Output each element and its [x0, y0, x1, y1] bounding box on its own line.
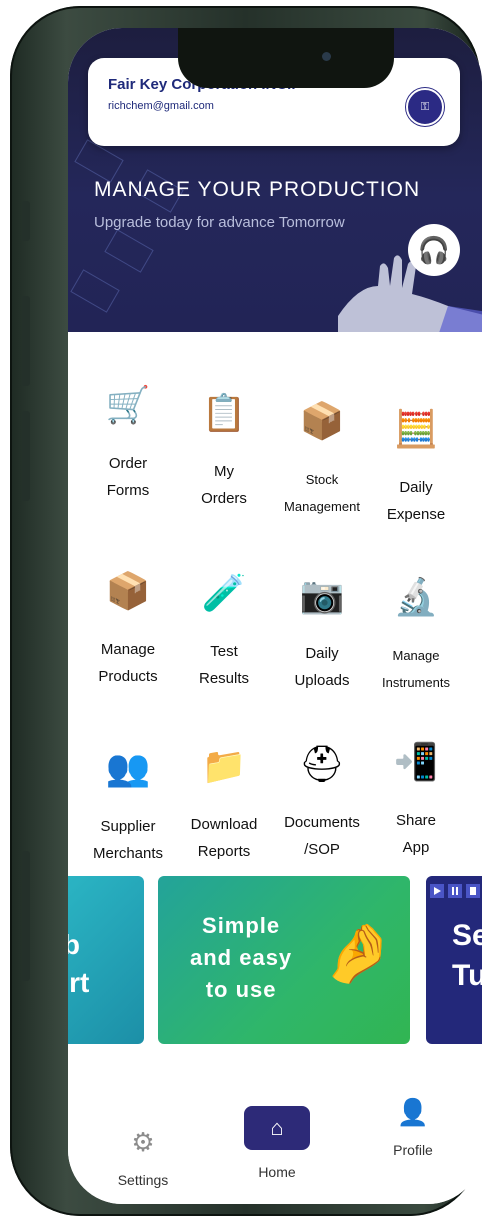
camera-dot [322, 52, 331, 61]
menu-item-label: My Orders [201, 463, 247, 507]
menu-item-supplier-merchants[interactable]: 👥 Supplier Merchants [78, 743, 178, 893]
camera-icon: 📷 [299, 574, 345, 615]
test-tubes-icon: 🧪 [201, 572, 247, 613]
banner-title: MANAGE YOUR PRODUCTION [94, 178, 421, 201]
hand-gesture-icon: 🤌 [322, 921, 395, 986]
menu-item-label: Download Reports [190, 816, 258, 860]
volume-down-button [22, 411, 30, 501]
promo-card-support[interactable]: rb ort [68, 876, 144, 1044]
menu-item-label: Test Results [198, 643, 250, 687]
menu-item-stock-management[interactable]: 📦 Stock Management [272, 396, 372, 546]
player-controls-icon [430, 884, 480, 898]
hex-decoration [104, 229, 154, 273]
company-logo-icon[interactable]: ⚿ [406, 88, 444, 126]
volume-up-button [22, 296, 30, 386]
menu-item-test-results[interactable]: 🧪 Test Results [174, 568, 274, 718]
gear-icon: ⚙ [131, 1127, 155, 1157]
microscope-icon: 🔬 [393, 576, 439, 617]
hex-decoration [70, 269, 120, 313]
menu-item-label: Daily Expense [386, 479, 446, 523]
menu-item-order-forms[interactable]: 🛒 Order Forms [78, 380, 178, 530]
menu-item-my-orders[interactable]: 📋 My Orders [174, 388, 274, 538]
account-email: richchem@gmail.com [108, 100, 214, 112]
menu-item-label: Share App [395, 812, 437, 856]
clipboard-icon: 📋 [201, 392, 247, 433]
nav-settings-label: Settings [117, 1172, 169, 1188]
user-icon: 👤 [396, 1097, 430, 1127]
menu-item-share-app[interactable]: 📲 Share App [366, 737, 466, 887]
people-icon: 👥 [105, 747, 151, 788]
menu-item-label: Stock Management [284, 472, 360, 514]
menu-item-label: Documents /SOP [284, 814, 360, 858]
menu-item-daily-expense[interactable]: 🧮 Daily Expense [366, 404, 466, 554]
nav-home-label: Home [258, 1164, 296, 1180]
menu-item-label: Manage Instruments [382, 648, 450, 690]
helmet-gear-icon: ⛑ [299, 743, 345, 784]
mute-switch [22, 201, 30, 241]
menu-item-label: Daily Uploads [294, 645, 350, 689]
menu-item-documents-sop[interactable]: ⛑ Documents /SOP [272, 739, 372, 889]
side-button [22, 851, 30, 981]
nav-profile-label: Profile [393, 1142, 433, 1158]
banner-subtitle: Upgrade today for advance Tomorrow [94, 214, 345, 231]
menu-item-daily-uploads[interactable]: 📷 Daily Uploads [272, 570, 372, 720]
bottom-nav: ⚙ Settings ⌂ Home 👤 Profile [68, 1086, 482, 1204]
menu-item-manage-products[interactable]: 📦 Manage Products [78, 566, 178, 716]
menu-item-label: Manage Products [98, 641, 158, 685]
box-icon: 📦 [105, 570, 151, 611]
menu-item-manage-instruments[interactable]: 🔬 Manage Instruments [366, 572, 466, 722]
home-icon: ⌂ [244, 1106, 310, 1150]
menu-item-label: Supplier Merchants [92, 818, 164, 862]
menu-item-label: Order Forms [106, 455, 150, 499]
notch [178, 28, 394, 88]
nav-settings[interactable]: ⚙ Settings [98, 1126, 188, 1188]
phone-frame: Fair Key Corporation INC.. richchem@gmai… [10, 6, 482, 1216]
promo-card-tutorial[interactable]: Se Tut [426, 876, 482, 1044]
promo-left-text: rb ort [68, 929, 90, 998]
boxes-icon: 📦 [299, 400, 345, 441]
nav-home[interactable]: ⌂ Home [232, 1106, 322, 1180]
promo-card-simple[interactable]: Simple and easy to use 🤌 [158, 876, 410, 1044]
headset-icon[interactable]: 🎧 [408, 224, 460, 276]
calculator-icon: 🧮 [393, 408, 439, 449]
promo-center-text: Simple and easy to use [190, 913, 293, 1002]
nav-profile[interactable]: 👤 Profile [368, 1096, 458, 1158]
folder-icon: 📁 [201, 745, 247, 786]
promo-right-text: Se Tut [452, 919, 482, 992]
menu-item-download-reports[interactable]: 📁 Download Reports [174, 741, 274, 891]
phone-screen: Fair Key Corporation INC.. richchem@gmai… [68, 28, 482, 1204]
cart-icon: 🛒 [105, 384, 151, 425]
share-icon: 📲 [393, 741, 439, 782]
